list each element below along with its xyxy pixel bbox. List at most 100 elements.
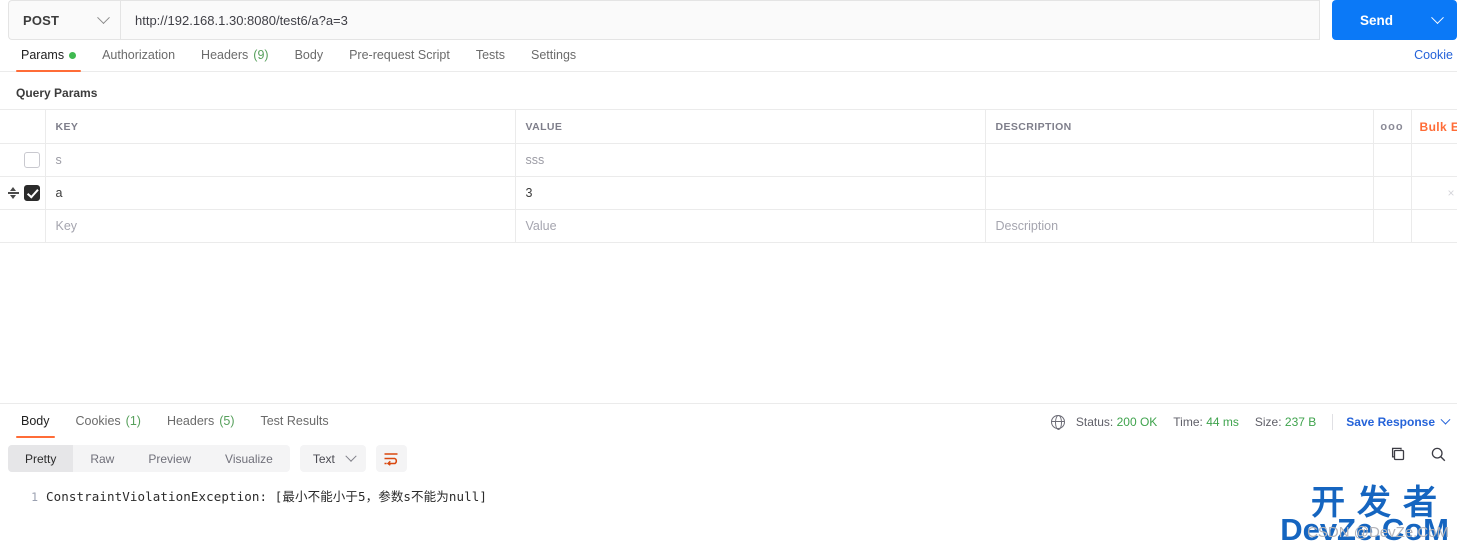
save-response-button[interactable]: Save Response	[1346, 414, 1451, 429]
tab-params-label: Params	[21, 48, 65, 62]
row-key-cell[interactable]: a	[45, 176, 516, 210]
chevron-down-icon	[345, 450, 357, 462]
row-checkbox[interactable]	[24, 185, 40, 201]
tab-headers[interactable]: Headers (9)	[188, 48, 282, 71]
row-key-cell[interactable]: s	[45, 143, 516, 177]
response-tabs: Body Cookies (1) Headers (5) Test Result…	[0, 404, 1457, 438]
header-key: KEY	[45, 109, 516, 144]
view-mode-visualize[interactable]: Visualize	[208, 445, 290, 472]
response-view-modes: Pretty Raw Preview Visualize	[8, 445, 290, 472]
tab-response-body-label: Body	[21, 414, 50, 428]
tab-settings[interactable]: Settings	[518, 48, 589, 71]
search-icon[interactable]	[1430, 446, 1447, 463]
size-badge: Size: 237 B	[1255, 415, 1316, 429]
request-url-bar: POST http://192.168.1.30:8080/test6/a?a=…	[0, 0, 1457, 40]
params-modified-dot-icon	[69, 51, 77, 59]
http-method-select[interactable]: POST	[8, 0, 120, 40]
new-row-value-placeholder: Value	[525, 219, 557, 233]
row-select-cell	[0, 209, 46, 243]
tab-response-cookies[interactable]: Cookies (1)	[63, 414, 154, 437]
header-select-all	[0, 109, 46, 144]
row-end-cell	[1411, 209, 1457, 243]
response-actions	[1390, 446, 1447, 463]
delete-row-icon[interactable]: ×	[1447, 186, 1454, 200]
row-key-text: a	[55, 186, 63, 200]
view-mode-raw[interactable]: Raw	[73, 445, 131, 472]
query-params-heading: Query Params	[16, 86, 98, 100]
tab-test-results[interactable]: Test Results	[247, 414, 341, 437]
tab-authorization[interactable]: Authorization	[89, 48, 188, 71]
tab-response-body[interactable]: Body	[8, 414, 63, 438]
tab-test-results-label: Test Results	[260, 414, 329, 428]
tab-authorization-label: Authorization	[102, 48, 176, 62]
copy-icon[interactable]	[1390, 446, 1407, 463]
row-value-cell[interactable]: sss	[515, 143, 986, 177]
tab-pre-request-script-label: Pre-request Script	[349, 48, 450, 62]
row-spacer-cell	[1373, 176, 1412, 210]
time-badge: Time: 44 ms	[1173, 415, 1239, 429]
new-row-description-cell[interactable]: Description	[985, 209, 1374, 243]
new-row-key-placeholder: Key	[55, 219, 78, 233]
view-mode-preview[interactable]: Preview	[131, 445, 208, 472]
tab-headers-count: (9)	[253, 48, 269, 62]
response-body-code[interactable]: 1 ConstraintViolationException: [最小不能小于5…	[0, 480, 1457, 505]
tab-response-headers[interactable]: Headers (5)	[154, 414, 248, 437]
send-button[interactable]: Send	[1331, 0, 1417, 40]
tab-tests[interactable]: Tests	[463, 48, 518, 71]
row-value-cell[interactable]: 3	[515, 176, 986, 210]
row-description-cell[interactable]	[985, 143, 1374, 177]
new-row-value-cell[interactable]: Value	[515, 209, 986, 243]
size-value: 237 B	[1284, 415, 1317, 429]
row-checkbox[interactable]	[24, 152, 40, 168]
tab-body[interactable]: Body	[282, 48, 337, 71]
table-row: Key Value Description	[0, 209, 1457, 243]
time-value: 44 ms	[1206, 415, 1239, 429]
line-text: ConstraintViolationException: [最小不能小于5，参…	[46, 489, 487, 504]
tab-params[interactable]: Params	[8, 48, 89, 72]
tab-pre-request-script[interactable]: Pre-request Script	[336, 48, 463, 71]
row-description-cell[interactable]	[985, 176, 1374, 210]
cookies-link[interactable]: Cookie	[1414, 48, 1453, 62]
table-options-button[interactable]: ooo	[1373, 109, 1412, 144]
status-value: 200 OK	[1116, 415, 1158, 429]
wrap-lines-icon	[384, 452, 398, 466]
header-value: VALUE	[515, 109, 986, 144]
tab-tests-label: Tests	[475, 48, 505, 62]
new-row-key-cell[interactable]: Key	[45, 209, 516, 243]
request-tabs: Params Authorization Headers (9) Body Pr…	[0, 40, 1457, 72]
row-spacer-cell	[1373, 209, 1412, 243]
row-end-cell	[1411, 143, 1457, 177]
send-options-button[interactable]	[1417, 0, 1457, 40]
row-value-text: sss	[525, 153, 545, 167]
view-mode-pretty[interactable]: Pretty	[8, 445, 74, 472]
response-format-select[interactable]: Text	[299, 445, 366, 472]
tab-response-cookies-count: (1)	[125, 414, 141, 428]
request-empty-space	[0, 243, 1457, 403]
tab-settings-label: Settings	[531, 48, 577, 62]
line-number: 1	[31, 490, 38, 504]
drag-handle-icon[interactable]	[7, 186, 19, 200]
save-response-label: Save Response	[1346, 415, 1435, 429]
chevron-down-icon	[1430, 10, 1444, 24]
send-group: Send	[1331, 0, 1457, 40]
size-label: Size:	[1254, 415, 1282, 429]
row-key-text: s	[55, 153, 62, 167]
globe-icon[interactable]	[1050, 414, 1065, 431]
more-options-icon: ooo	[1380, 120, 1404, 133]
bulk-edit-label: Bulk Ed	[1419, 119, 1457, 134]
divider	[1332, 414, 1334, 430]
tab-body-label: Body	[294, 48, 324, 62]
tab-headers-label: Headers	[201, 48, 249, 62]
time-label: Time:	[1173, 415, 1203, 429]
table-row: a 3 ×	[0, 176, 1457, 210]
bulk-edit-button[interactable]: Bulk Ed	[1411, 109, 1457, 144]
response-format-label: Text	[312, 451, 335, 466]
table-header-row: KEY VALUE DESCRIPTION ooo Bulk Ed	[0, 109, 1457, 144]
request-url-input[interactable]: http://192.168.1.30:8080/test6/a?a=3	[120, 0, 1320, 40]
http-method-label: POST	[23, 12, 60, 28]
wrap-lines-button[interactable]	[375, 445, 407, 472]
row-select-cell	[0, 176, 46, 210]
response-view-toolbar: Pretty Raw Preview Visualize Text	[0, 437, 1457, 480]
watermark-csdn-text: CSDN @DevZe.CoM	[1307, 524, 1449, 541]
tab-response-cookies-label: Cookies	[75, 414, 121, 428]
